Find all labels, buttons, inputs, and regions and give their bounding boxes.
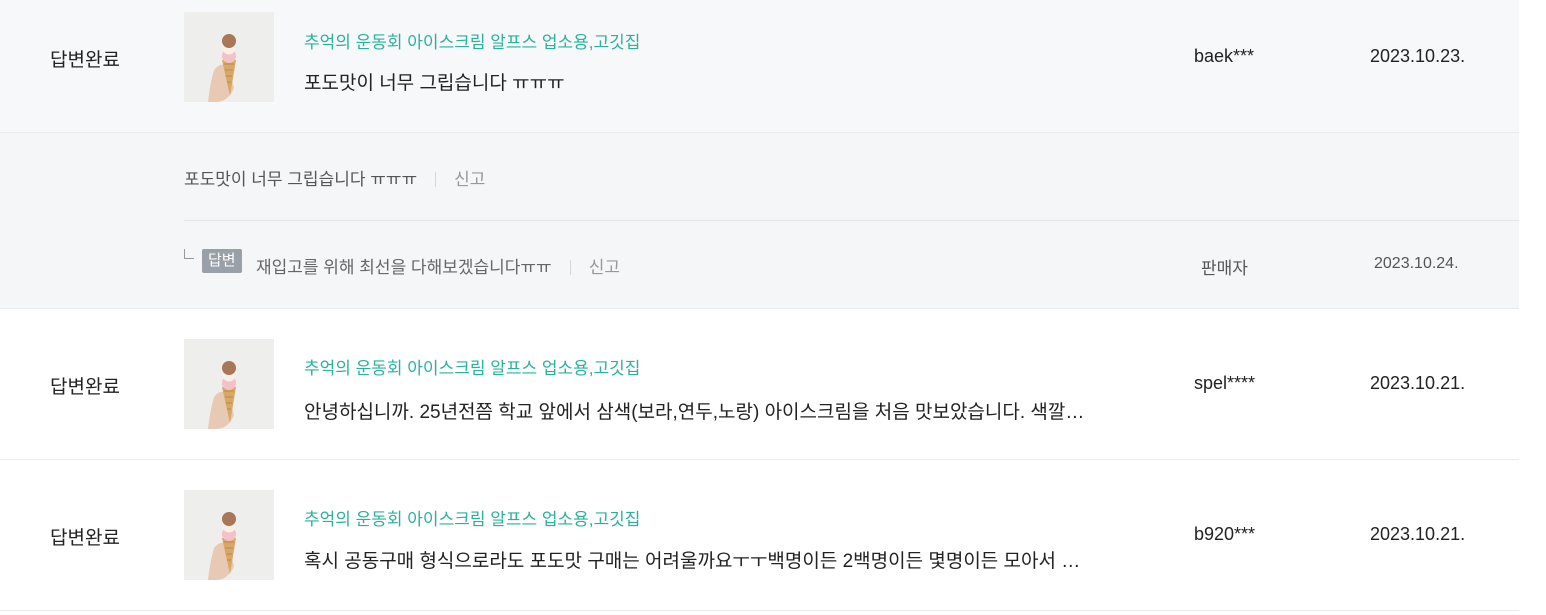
post-date: 2023.10.23. xyxy=(1370,46,1466,66)
author-id: baek*** xyxy=(1194,46,1255,66)
qna-row[interactable]: 답변완료 추억의 운동회 아이스크림 알프스 업소용,고깃집 혹시 공동구매 형… xyxy=(0,460,1519,611)
product-name-link[interactable]: 추억의 운동회 아이스크림 알프스 업소용,고깃집 xyxy=(304,28,640,53)
question-title[interactable]: 혹시 공동구매 형식으로라도 포도맛 구매는 어려울까요ㅜㅜ백명이든 2백명이든… xyxy=(304,546,1124,573)
ice-cream-image-icon xyxy=(184,12,274,102)
ice-cream-image-icon xyxy=(184,339,274,429)
question-body: 포도맛이 너무 그립습니다 ㅠㅠㅠ 신고 xyxy=(184,165,485,190)
qna-row[interactable]: 답변완료 추억의 운동회 아이스크림 알프스 업소용,고깃집 안녕하십니까. 2… xyxy=(0,309,1519,460)
reply-body-text: 재입고를 위해 최선을 다해보겠습니다ㅠㅠ xyxy=(256,258,552,277)
question-title[interactable]: 안녕하십니까. 25년전쯤 학교 앞에서 삼색(보라,연두,노랑) 아이스크림을… xyxy=(304,397,1124,424)
product-thumbnail[interactable] xyxy=(184,339,274,429)
answer-status: 답변완료 xyxy=(50,50,120,71)
product-thumbnail[interactable] xyxy=(184,490,274,580)
expanded-question-detail: 포도맛이 너무 그립습니다 ㅠㅠㅠ 신고 답변 재입고를 위해 최선을 다해보겠습… xyxy=(0,133,1519,309)
reply-author: 판매자 xyxy=(1201,259,1248,278)
author-id: b920*** xyxy=(1194,524,1256,544)
answer-status: 답변완료 xyxy=(50,377,120,398)
question-title[interactable]: 포도맛이 너무 그립습니다 ㅠㅠㅠ xyxy=(304,68,1124,95)
ice-cream-image-icon xyxy=(184,490,274,580)
post-date: 2023.10.21. xyxy=(1370,373,1466,393)
divider xyxy=(184,220,1519,221)
qna-row[interactable]: 답변완료 추억의 운동회 아이스크림 알프스 업소용,고깃집 포도맛이 너무 그… xyxy=(0,0,1519,133)
product-name-link[interactable]: 추억의 운동회 아이스크림 알프스 업소용,고깃집 xyxy=(304,505,640,530)
author-id: spel**** xyxy=(1194,373,1256,393)
reply-report-button[interactable]: 신고 xyxy=(589,258,620,277)
product-name-link[interactable]: 추억의 운동회 아이스크림 알프스 업소용,고깃집 xyxy=(304,354,640,379)
separator xyxy=(435,172,437,187)
reply-badge: 답변 xyxy=(202,249,242,273)
report-button[interactable]: 신고 xyxy=(454,170,485,189)
reply-body: 재입고를 위해 최선을 다해보겠습니다ㅠㅠ 신고 xyxy=(256,253,620,278)
separator xyxy=(569,260,571,275)
product-thumbnail[interactable] xyxy=(184,12,274,102)
post-date: 2023.10.21. xyxy=(1370,524,1466,544)
reply-date: 2023.10.24. xyxy=(1374,255,1459,272)
answer-status: 답변완료 xyxy=(50,528,120,549)
question-body-text: 포도맛이 너무 그립습니다 ㅠㅠㅠ xyxy=(184,170,418,189)
